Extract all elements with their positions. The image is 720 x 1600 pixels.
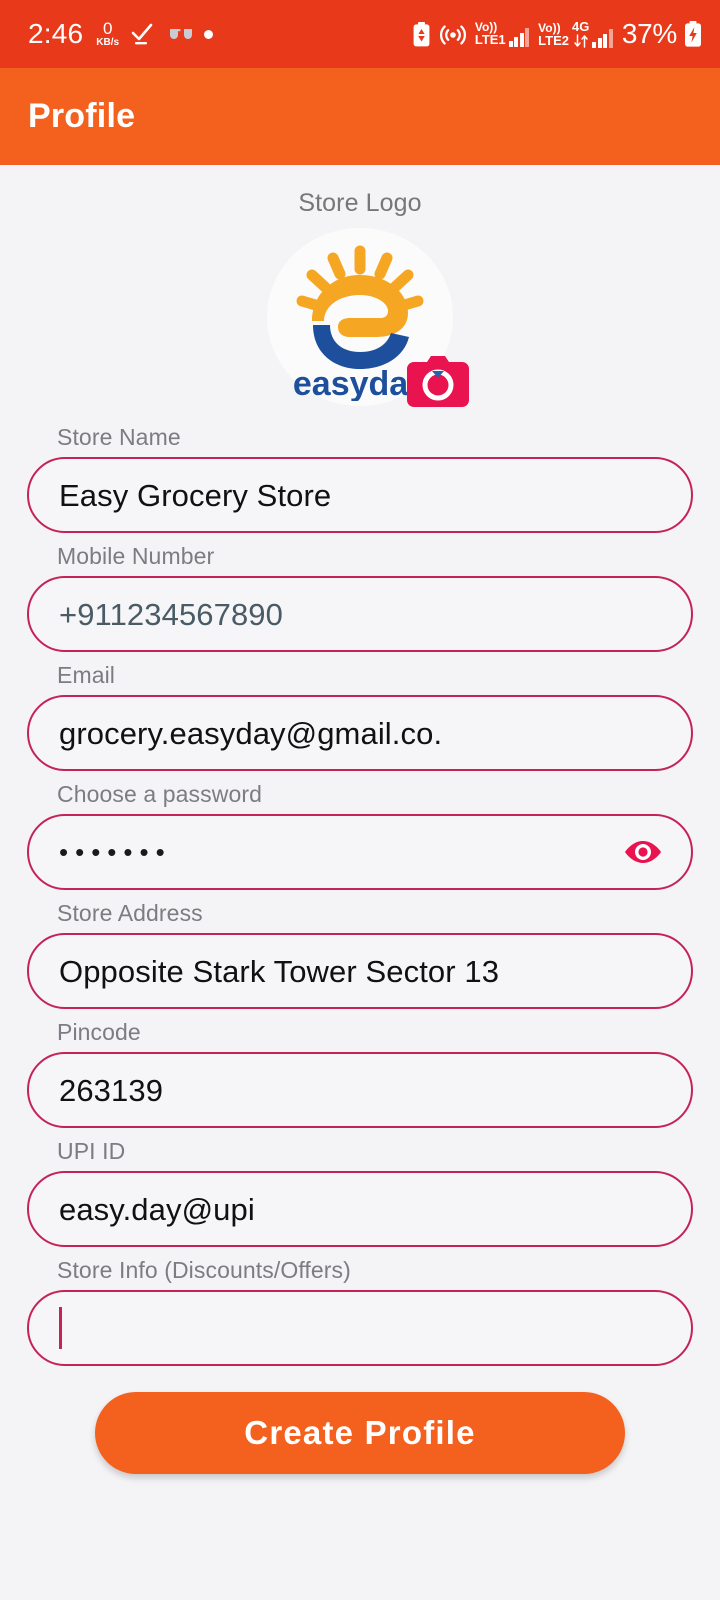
store-address-value: Opposite Stark Tower Sector 13: [59, 956, 499, 987]
sim2-signal-bars-icon: [592, 28, 613, 48]
status-bar-right: Vo)) LTE1 Vo)) LTE2 4G 37%: [412, 18, 702, 50]
status-bar-left: 2:46 0 KB/s: [28, 20, 213, 49]
field-label-password: Choose a password: [57, 781, 693, 808]
field-label-mobile-number: Mobile Number: [57, 543, 693, 570]
field-store-address: Store Address Opposite Stark Tower Secto…: [27, 900, 693, 1009]
store-name-input[interactable]: Easy Grocery Store: [27, 457, 693, 533]
hotspot-icon: [440, 22, 466, 46]
sim2-volte-bottom-label: LTE2: [538, 34, 569, 48]
field-email: Email grocery.easyday@gmail.co.: [27, 662, 693, 771]
text-cursor: [59, 1307, 62, 1349]
status-bar-clock: 2:46: [28, 20, 83, 48]
network-speed-unit: KB/s: [96, 37, 119, 49]
submit-row: Create Profile: [27, 1392, 693, 1474]
store-address-input[interactable]: Opposite Stark Tower Sector 13: [27, 933, 693, 1009]
battery-saver-icon: [412, 22, 431, 47]
status-bar: 2:46 0 KB/s: [0, 0, 720, 68]
field-label-pincode: Pincode: [57, 1019, 693, 1046]
field-label-store-info: Store Info (Discounts/Offers): [57, 1257, 693, 1284]
field-store-info: Store Info (Discounts/Offers): [27, 1257, 693, 1366]
email-value: grocery.easyday@gmail.co.: [59, 718, 442, 749]
camera-icon[interactable]: [407, 354, 469, 408]
page-title: Profile: [28, 97, 135, 136]
sim1-volte-indicator: Vo)) LTE1: [475, 21, 506, 47]
sim1-signal-group: Vo)) LTE1: [475, 21, 529, 47]
password-value: •••••••: [59, 839, 172, 865]
app-bar: Profile: [0, 68, 720, 165]
field-pincode: Pincode 263139: [27, 1019, 693, 1128]
pincode-value: 263139: [59, 1075, 163, 1106]
sim1-volte-bottom-label: LTE1: [475, 33, 506, 47]
field-upi-id: UPI ID easy.day@upi: [27, 1138, 693, 1247]
upi-id-input[interactable]: easy.day@upi: [27, 1171, 693, 1247]
sim1-signal-bars-icon: [509, 27, 530, 47]
check-icon: [130, 22, 154, 46]
store-logo-label: Store Logo: [298, 189, 421, 218]
profile-form: Store Name Easy Grocery Store Mobile Num…: [27, 424, 693, 1366]
network-type-indicator: 4G: [572, 20, 589, 48]
mobile-number-input[interactable]: +911234567890: [27, 576, 693, 652]
data-transfer-arrows-icon: [573, 34, 589, 48]
battery-charging-icon: [686, 21, 702, 47]
field-label-email: Email: [57, 662, 693, 689]
battery-percent-label: 37%: [622, 18, 677, 50]
field-password: Choose a password •••••••: [27, 781, 693, 890]
dot-icon: [204, 30, 213, 39]
network-type-label: 4G: [572, 20, 589, 34]
profile-form-screen: Store Logo: [0, 165, 720, 1600]
mobile-number-value: +911234567890: [59, 599, 283, 630]
field-mobile-number: Mobile Number +911234567890: [27, 543, 693, 652]
store-logo-wrapper[interactable]: easyday: [267, 228, 453, 406]
field-store-name: Store Name Easy Grocery Store: [27, 424, 693, 533]
upi-id-value: easy.day@upi: [59, 1194, 255, 1225]
sim2-signal-group: Vo)) LTE2 4G: [538, 20, 613, 48]
eye-comfort-glasses-icon: [165, 26, 193, 42]
field-label-store-address: Store Address: [57, 900, 693, 927]
eye-icon[interactable]: [623, 839, 663, 865]
field-label-store-name: Store Name: [57, 424, 693, 451]
password-input[interactable]: •••••••: [27, 814, 693, 890]
store-info-input[interactable]: [27, 1290, 693, 1366]
network-speed-indicator: 0 KB/s: [96, 20, 119, 49]
email-input[interactable]: grocery.easyday@gmail.co.: [27, 695, 693, 771]
store-logo-section: Store Logo: [27, 165, 693, 406]
create-profile-button[interactable]: Create Profile: [95, 1392, 625, 1474]
field-label-upi-id: UPI ID: [57, 1138, 693, 1165]
store-name-value: Easy Grocery Store: [59, 480, 331, 511]
network-speed-value: 0: [103, 20, 112, 37]
pincode-input[interactable]: 263139: [27, 1052, 693, 1128]
sim2-volte-indicator: Vo)) LTE2: [538, 22, 569, 48]
